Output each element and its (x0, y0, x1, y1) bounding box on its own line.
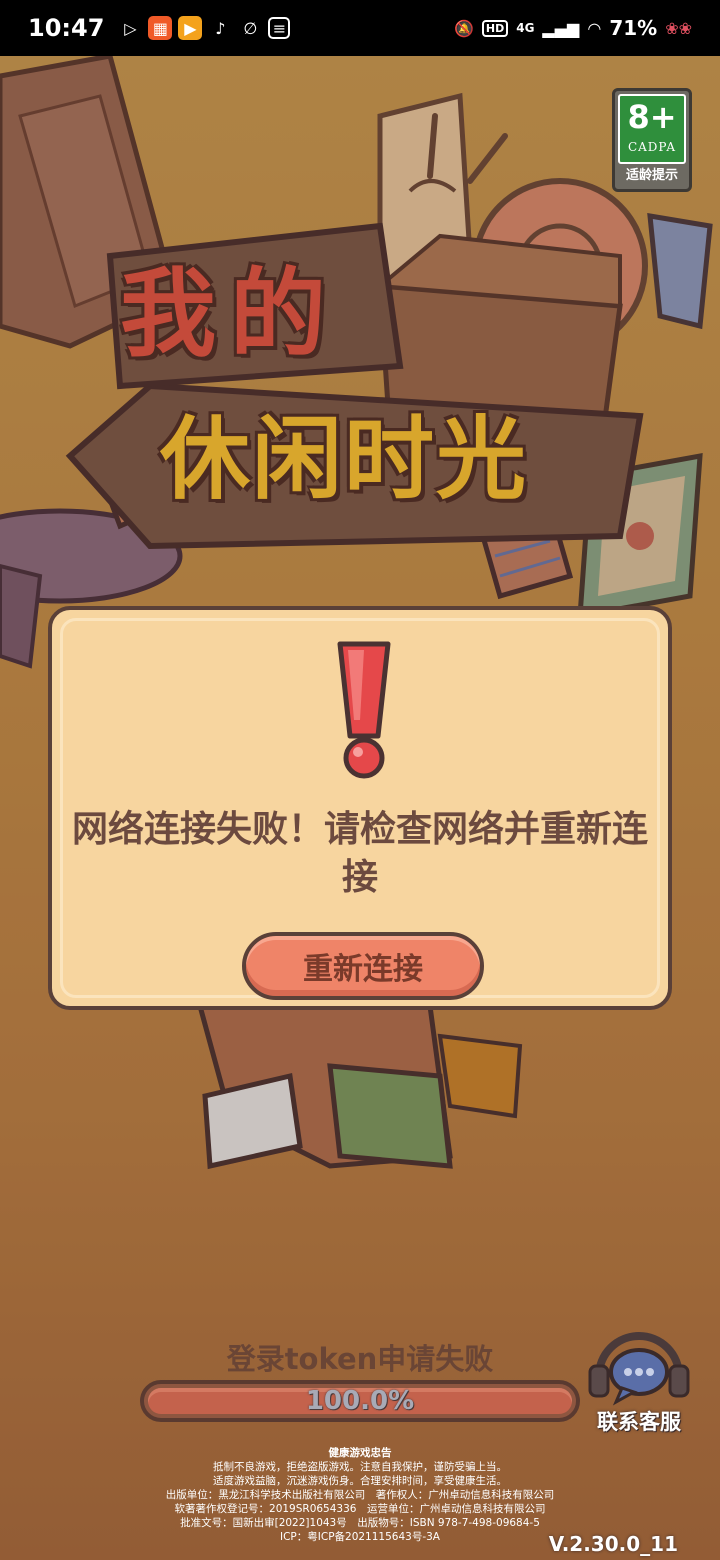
card-icon: ≡ (268, 17, 291, 39)
customer-service-button[interactable]: 联系客服 (584, 1326, 694, 1436)
network-error-dialog: 网络连接失败！请检查网络并重新连接 重新连接 (48, 606, 672, 1010)
logo-line-2: 休闲时光 (160, 407, 528, 512)
headset-chat-icon (588, 1332, 690, 1406)
reconnect-button[interactable]: 重新连接 (242, 932, 484, 1000)
loading-progress-bar: 100.0% (140, 1380, 580, 1422)
dialog-message: 网络连接失败！请检查网络并重新连接 (72, 809, 649, 898)
battery-icon: ❀❀ (665, 18, 692, 38)
battery-level: 71% (609, 16, 658, 40)
exclamation-icon (337, 641, 391, 779)
status-bar: 10:47 ▷ ▦ ▶ ♪ ∅ ≡ 🔕 HD 4G ▂▄▆ ◠ 71% ❀❀ (0, 0, 720, 56)
version-label: V.2.30.0_11 (548, 1532, 678, 1556)
footer-line: 软著著作权登记号：2019SR0654336 运营单位：广州卓动信息科技有限公司 (174, 1503, 546, 1515)
footer-title: 健康游戏忠告 (328, 1447, 392, 1459)
mute-icon: 🔕 (453, 18, 474, 38)
login-status-text: 登录token申请失败 (226, 1342, 494, 1376)
footer-line: ICP：粤ICP备2021115643号-3A (280, 1531, 440, 1543)
age-rating-org: CADPA (627, 140, 677, 154)
hd-icon: HD (481, 19, 509, 37)
status-time: 10:47 (28, 14, 105, 42)
network-type: 4G (516, 21, 535, 35)
game-scene: 我的 休闲时光 8+ CADPA 适龄提示 网络连接失败！请检查网络并重新连接 … (0, 56, 720, 1560)
footer-line: 适度游戏益脑，沉迷游戏伤身。合理安排时间，享受健康生活。 (213, 1475, 507, 1487)
link-icon: ∅ (243, 18, 258, 38)
logo-line-1: 我的 (120, 258, 340, 370)
footer-line: 批准文号：国新出审[2022]1043号 出版物号：ISBN 978-7-498… (180, 1517, 540, 1529)
progress-label: 100.0% (305, 1386, 415, 1416)
tiktok-icon: ♪ (215, 18, 226, 38)
video-app-icon: ▶ (178, 16, 203, 40)
play-icon: ▷ (124, 18, 137, 38)
footer-line: 出版单位：黑龙江科学技术出版社有限公司 著作权人：广州卓动信息科技有限公司 (165, 1489, 555, 1501)
age-rating-badge: 8+ CADPA 适龄提示 (612, 88, 692, 192)
signal-icon: ▂▄▆ (542, 18, 580, 38)
app-icon: ▦ (148, 16, 173, 40)
age-rating-label: 适龄提示 (625, 168, 678, 183)
health-notice-footer: 健康游戏忠告 抵制不良游戏，拒绝盗版游戏。注意自我保护，谨防受骗上当。 适度游戏… (100, 1446, 620, 1544)
wifi-icon: ◠ (587, 18, 602, 38)
customer-service-label: 联系客服 (597, 1410, 681, 1434)
age-rating-value: 8+ (627, 98, 677, 136)
footer-line: 抵制不良游戏，拒绝盗版游戏。注意自我保护，谨防受骗上当。 (213, 1461, 507, 1473)
